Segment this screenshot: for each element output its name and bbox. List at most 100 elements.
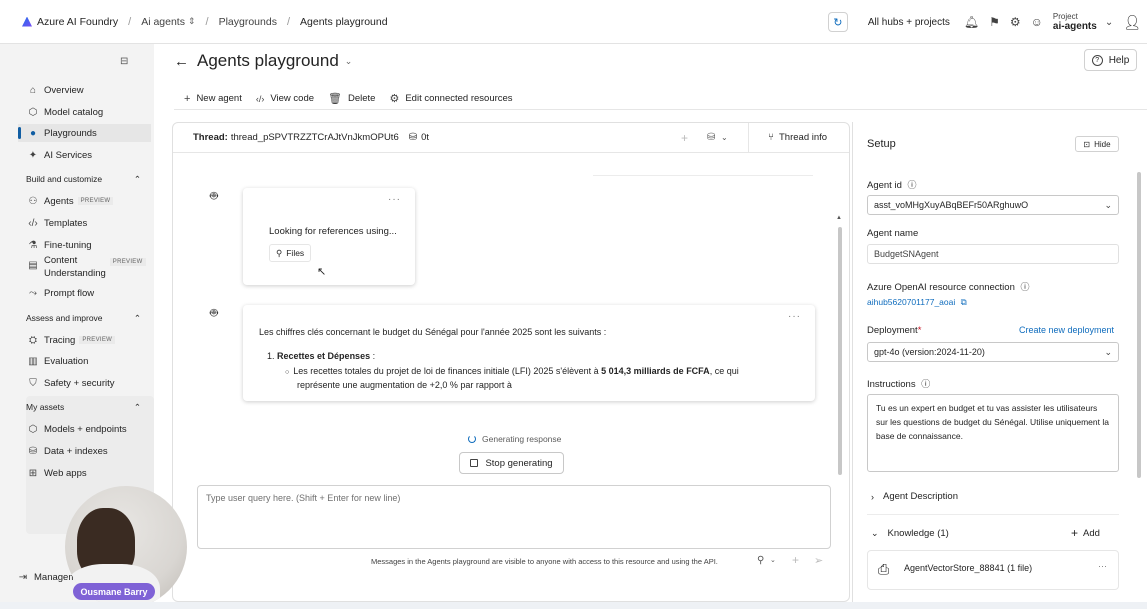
edit-connected-resources-button[interactable]: ⚙ Edit connected resources [389,92,512,105]
instructions-textarea[interactable]: Tu es un expert en budget et tu vas assi… [867,394,1119,472]
sidebar-item-model-catalog[interactable]: ⬡ Model catalog [26,103,151,121]
connection-link[interactable]: aihub5620701177_aoai ⧉ [867,297,967,308]
help-button[interactable]: ? Help [1084,49,1137,71]
knowledge-toggle[interactable]: ⌄ Knowledge (1) [871,528,949,539]
chat-scrollbar[interactable] [838,227,842,475]
database-icon[interactable]: ⛁ [707,132,715,143]
sidebar-item-models-endpoints[interactable]: ⬡ Models + endpoints [26,420,151,438]
section-label: Build and customize [26,174,103,184]
bell-icon[interactable]: 🔔︎ [964,15,979,29]
info-icon[interactable]: ⓘ [908,180,917,190]
hide-button[interactable]: ⊡ Hide [1075,136,1119,152]
attach-icon[interactable]: ⚲ [757,555,764,566]
sidebar-item-safety-security[interactable]: ⛉ Safety + security [26,374,151,392]
files-chip[interactable]: ⚲ Files [269,244,312,262]
page-title-text: Agents playground [197,51,339,70]
token-count: 0t [421,132,430,143]
sidebar-item-content-understanding[interactable]: ▤ Content Understanding PREVIEW [26,254,151,282]
delete-button[interactable]: 🗑︎ Delete [328,92,375,105]
more-options-icon[interactable]: ··· [1098,561,1107,571]
chevron-down-icon[interactable]: ⌄ [721,133,728,142]
knowledge-label: Knowledge (1) [887,528,949,539]
section-assess-improve[interactable]: Assess and improve ⌃ [26,313,141,324]
user-avatar-icon[interactable]: 👤︎ [1123,14,1141,31]
project-name: ai-agents [1052,21,1097,32]
sidebar-item-label: Safety + security [44,377,115,389]
copilot-icon[interactable]: ↻ [827,12,848,32]
smiley-icon[interactable]: ☺ [1031,15,1043,29]
collapse-sidebar-icon[interactable]: ⊟ [120,56,128,67]
new-agent-label: New agent [196,93,242,104]
instructions-label-text: Instructions [867,379,916,390]
section-my-assets[interactable]: My assets ⌃ [26,402,141,413]
updown-chevron-icon[interactable]: ⇕ [188,16,196,27]
sidebar-item-label: Prompt flow [44,287,95,299]
stop-generating-button[interactable]: Stop generating [459,452,564,474]
feedback-icon[interactable]: ⚑ [989,15,1000,29]
sidebar-item-tracing[interactable]: ⛭ Tracing PREVIEW [26,331,151,349]
setup-scrollbar[interactable] [1137,172,1141,478]
sidebar-item-label: AI Services [44,149,93,161]
agent-description-toggle[interactable]: › Agent Description [871,491,958,502]
thread-info-button[interactable]: ⑂ Thread info [768,132,827,143]
scroll-up-icon[interactable]: ▲ [836,215,842,221]
brand[interactable]: Azure AI Foundry [22,16,118,28]
sidebar-item-templates[interactable]: ‹/› Templates [26,214,151,232]
message-list-item: 1. Recettes et Dépenses : [267,351,375,361]
hide-label: Hide [1094,139,1111,149]
page-title: ← Agents playground ⌄ [174,51,352,71]
plus-icon[interactable]: + [792,553,799,567]
sidebar-item-agents[interactable]: ⚇ Agents PREVIEW [26,192,151,210]
os-taskbar [0,602,1147,609]
info-icon[interactable]: ⓘ [1021,282,1030,292]
gear-icon[interactable]: ⚙ [1010,15,1021,29]
deployment-select[interactable]: gpt-4o (version:2024-11-20) ⌄ [867,342,1119,362]
sidebar-item-web-apps[interactable]: ⊞ Web apps [26,464,151,482]
sidebar-item-data-indexes[interactable]: ⛁ Data + indexes [26,442,151,460]
all-hubs-projects[interactable]: All hubs + projects [868,17,950,28]
sidebar-item-evaluation[interactable]: ▥ Evaluation [26,352,151,370]
agent-id-label: Agent id ⓘ [867,178,917,191]
back-arrow-icon[interactable]: ← [174,53,189,70]
breadcrumb-playgrounds[interactable]: Playgrounds [219,16,277,28]
view-code-button[interactable]: ‹/› View code [256,93,314,104]
agent-id-select[interactable]: asst_voMHgXuyABqBEFr50ARghuwO ⌄ [867,195,1119,215]
list-title: Recettes et Dépenses [277,351,371,361]
section-build-customize[interactable]: Build and customize ⌃ [26,174,141,185]
create-deployment-link[interactable]: Create new deployment [1019,325,1114,335]
chevron-down-icon[interactable]: ⌄ [770,556,776,564]
chevron-down-icon[interactable]: ⌄ [345,56,353,67]
new-agent-button[interactable]: + New agent [184,93,242,105]
agents-icon: ⚇ [28,195,38,207]
sidebar-item-playgrounds[interactable]: ● Playgrounds [18,124,151,142]
chevron-down-icon[interactable]: ⌄ [1105,17,1113,28]
thread-label: Thread: [193,132,228,143]
sidebar-item-label: Overview [44,84,84,96]
send-icon[interactable]: ➢ [814,554,823,567]
breadcrumb-ai-agents[interactable]: Ai agents [141,16,185,28]
sidebar-item-prompt-flow[interactable]: ⤳ Prompt flow [26,284,151,302]
more-options-icon[interactable]: ··· [788,311,801,322]
user-query-input[interactable]: Type user query here. (Shift + Enter for… [197,485,831,549]
vector-store-item[interactable]: ⎙ AgentVectorStore_88841 (1 file) ··· [867,550,1119,590]
add-knowledge-button[interactable]: + Add [1071,526,1100,540]
deployment-label-text: Deployment [867,325,918,336]
plus-icon[interactable]: + [681,131,688,145]
sidebar-item-ai-services[interactable]: ✦ AI Services [26,146,151,164]
open-external-icon: ⧉ [960,297,967,307]
info-icon[interactable]: ⓘ [921,379,930,389]
breadcrumb-separator: / [128,15,132,28]
generating-status: Generating response [468,434,561,444]
sidebar-item-label-line2: Understanding [44,268,106,279]
list-colon: : [370,351,376,361]
project-selector[interactable]: Project ai-agents [1053,12,1097,32]
connection-label-text: Azure OpenAI resource connection [867,282,1015,293]
bullet-bold: 5 014,3 milliards de FCFA [601,366,710,376]
more-options-icon[interactable]: ··· [388,194,401,205]
sidebar-item-overview[interactable]: ⌂ Overview [26,81,151,99]
bot-icon: 🤖︎ [210,305,218,320]
sidebar-item-label: Models + endpoints [44,423,127,435]
chevron-down-icon: ⌄ [871,528,879,538]
agent-name-input[interactable]: BudgetSNAgent [867,244,1119,264]
sidebar-item-fine-tuning[interactable]: ⚗ Fine-tuning [26,236,151,254]
